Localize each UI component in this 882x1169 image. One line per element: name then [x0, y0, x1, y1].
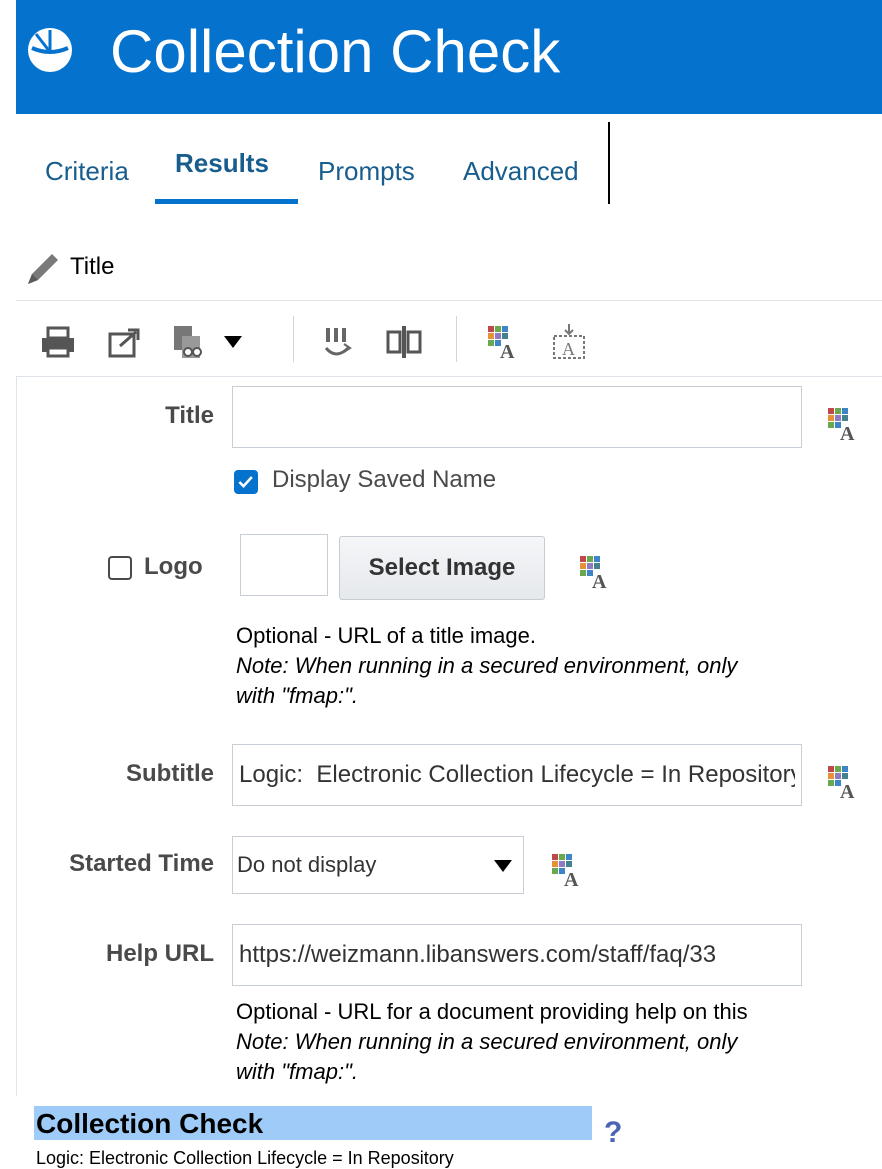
- edit-data-icon[interactable]: [318, 322, 358, 362]
- started-time-value: Do not display: [237, 852, 377, 877]
- logo-note-line2: with "fmap:".: [236, 683, 358, 708]
- panel-border: [16, 376, 17, 1096]
- logo-checkbox[interactable]: [108, 556, 132, 580]
- help-note: Note: When running in a secured environm…: [236, 1028, 882, 1056]
- started-time-label: Started Time: [69, 850, 214, 877]
- subtitle-input[interactable]: [232, 744, 802, 806]
- active-tab-underline: [155, 199, 298, 204]
- insert-text-icon[interactable]: A: [550, 322, 590, 362]
- copy-dropdown-icon[interactable]: [170, 322, 210, 362]
- svg-text:A: A: [840, 781, 855, 802]
- svg-text:A: A: [500, 341, 515, 362]
- display-saved-name-checkbox[interactable]: [234, 470, 258, 494]
- started-time-select[interactable]: Do not display: [232, 836, 524, 894]
- format-icon[interactable]: A: [548, 850, 588, 890]
- svg-text:A: A: [592, 571, 607, 592]
- tab-criteria[interactable]: Criteria: [45, 156, 129, 187]
- preview-subtitle: Logic: Electronic Collection Lifecycle =…: [36, 1148, 454, 1168]
- columns-icon[interactable]: [384, 322, 424, 362]
- help-icon[interactable]: ?: [604, 1116, 622, 1150]
- svg-text:A: A: [564, 869, 579, 890]
- toolbar-separator: [456, 316, 457, 362]
- format-icon[interactable]: A: [484, 322, 524, 362]
- divider: [16, 300, 882, 301]
- checkmark-icon: [238, 476, 253, 488]
- help-note-2: with "fmap:".: [236, 1058, 358, 1086]
- page-title: Collection Check: [110, 18, 561, 85]
- logo-note-2: with "fmap:".: [236, 682, 358, 710]
- title-input[interactable]: [232, 386, 802, 448]
- subtitle-label: Subtitle: [126, 760, 214, 787]
- toolbar-separator: [293, 316, 294, 362]
- logo-url-input[interactable]: [240, 534, 328, 596]
- help-note-line2: with "fmap:".: [236, 1059, 358, 1084]
- logo-hint: Optional - URL of a title image.: [236, 623, 536, 648]
- pencil-icon: [28, 254, 58, 284]
- chevron-down-icon[interactable]: [222, 334, 244, 350]
- preview-title: Collection Check: [34, 1106, 592, 1140]
- format-icon[interactable]: A: [576, 552, 616, 592]
- chevron-down-icon: [494, 860, 512, 872]
- help-hint: Optional - URL for a document providing …: [236, 999, 748, 1024]
- logo-label: Logo: [144, 553, 203, 580]
- analysis-icon: [28, 28, 72, 72]
- format-icon[interactable]: A: [824, 762, 864, 802]
- tab-divider: [608, 122, 610, 204]
- display-saved-name-label[interactable]: Display Saved Name: [272, 466, 496, 494]
- svg-text:A: A: [562, 339, 575, 359]
- logo-note-line1: Note: When running in a secured environm…: [236, 653, 738, 678]
- print-icon[interactable]: [38, 322, 78, 362]
- svg-text:A: A: [840, 423, 855, 444]
- help-url-input[interactable]: [232, 924, 802, 986]
- export-icon[interactable]: [104, 322, 144, 362]
- tab-results[interactable]: Results: [175, 148, 269, 179]
- divider: [16, 376, 882, 377]
- logo-note: Note: When running in a secured environm…: [236, 652, 882, 680]
- breadcrumb-title: Title: [70, 253, 115, 280]
- select-image-button[interactable]: Select Image: [339, 536, 545, 600]
- format-icon[interactable]: A: [824, 404, 864, 444]
- tab-advanced[interactable]: Advanced: [463, 156, 579, 187]
- title-label: Title: [165, 402, 214, 429]
- help-url-label: Help URL: [106, 940, 214, 967]
- tab-prompts[interactable]: Prompts: [318, 156, 415, 187]
- help-note-line1: Note: When running in a secured environm…: [236, 1029, 738, 1054]
